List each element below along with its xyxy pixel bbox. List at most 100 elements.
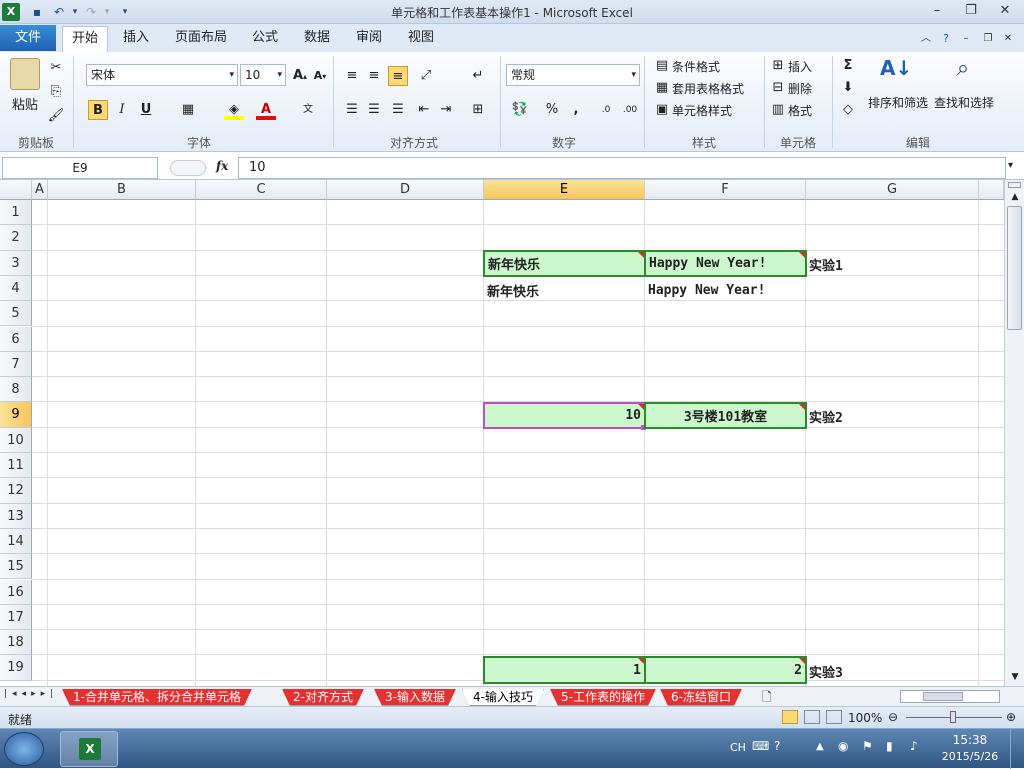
sheet-tab-6[interactable]: 6-冻结窗口 — [660, 689, 742, 706]
minimize-button[interactable]: – — [924, 2, 950, 20]
scroll-down-icon[interactable]: ▼ — [1008, 672, 1022, 682]
cell-f9[interactable]: 3号楼101教室 — [644, 402, 807, 429]
page-break-view-icon[interactable] — [826, 710, 842, 724]
row-header-2[interactable]: 2 — [0, 225, 32, 251]
borders-icon[interactable]: ▦ — [178, 100, 198, 120]
column-header-g[interactable]: G — [806, 180, 979, 200]
cell-e4[interactable]: 新年快乐 — [484, 278, 645, 302]
font-name-select[interactable]: 宋体 ▾ — [86, 64, 238, 86]
cell-f3[interactable]: Happy New Year! — [644, 250, 807, 277]
cell-g9[interactable]: 实验2 — [806, 404, 979, 429]
merge-center-icon[interactable]: ⊞ — [468, 100, 488, 120]
increase-indent-icon[interactable]: ⇥ — [436, 100, 456, 120]
binoculars-icon[interactable]: ⌕ — [948, 56, 978, 90]
font-color-button[interactable]: A — [256, 100, 276, 120]
column-header-c[interactable]: C — [196, 180, 327, 200]
row-header-15[interactable]: 15 — [0, 554, 32, 580]
orientation-icon[interactable]: ⤢ — [416, 66, 436, 86]
sheet-tab-2[interactable]: 2-对齐方式 — [282, 689, 364, 706]
vertical-scrollbar[interactable]: ▲ ▼ — [1004, 180, 1024, 686]
clear-icon[interactable]: ◇ — [838, 100, 858, 120]
language-indicator[interactable]: CH — [730, 741, 746, 754]
align-right-icon[interactable]: ☰ — [388, 100, 408, 120]
row-header-4[interactable]: 4 — [0, 275, 32, 302]
cell-f19[interactable]: 2 — [644, 656, 807, 684]
sort-filter-icon[interactable]: A↓ — [880, 56, 912, 90]
row-header-3[interactable]: 3 — [0, 250, 32, 276]
row-header-9[interactable]: 9 — [0, 402, 32, 428]
sheet-tab-4[interactable]: 4-输入技巧 — [462, 689, 544, 706]
volume-icon[interactable]: ♪ — [910, 739, 918, 753]
tab-page-layout[interactable]: 页面布局 — [166, 26, 236, 52]
insert-cells-button[interactable]: 插入 — [788, 58, 812, 75]
delete-cells-button[interactable]: 删除 — [788, 80, 812, 97]
worksheet-grid[interactable]: A B C D E F G 1 2 3 4 5 6 7 8 9 10 11 12 13 14 15 16 17 1… — [0, 180, 1004, 686]
close-button[interactable]: ✕ — [992, 2, 1018, 20]
formula-input[interactable]: 10 — [238, 157, 1006, 179]
row-header-10[interactable]: 10 — [0, 427, 32, 453]
formula-bar-resize-handle[interactable] — [170, 160, 206, 176]
column-header-f[interactable]: F — [645, 180, 806, 200]
cut-icon[interactable]: ✂ — [46, 58, 66, 78]
column-header-b[interactable]: B — [48, 180, 196, 200]
tab-review[interactable]: 审阅 — [348, 26, 390, 52]
zoom-in-icon[interactable]: ⊕ — [1006, 710, 1016, 724]
font-size-select[interactable]: 10 ▾ — [240, 64, 286, 86]
format-cells-button[interactable]: 格式 — [788, 102, 812, 119]
taskbar-excel-button[interactable]: X — [60, 731, 118, 767]
column-header-next[interactable] — [979, 180, 1004, 200]
row-header-5[interactable]: 5 — [0, 301, 32, 327]
sheet-nav-icon[interactable]: |◂◂▸▸| — [4, 689, 58, 699]
align-left-icon[interactable]: ☰ — [342, 100, 362, 120]
cell-e19[interactable]: 1 — [483, 656, 646, 684]
paste-button[interactable]: 粘贴 — [12, 94, 38, 113]
cell-styles-button[interactable]: 单元格样式 — [672, 102, 732, 119]
grow-font-icon[interactable]: A▴ — [290, 66, 310, 86]
cell-e3[interactable]: 新年快乐 — [483, 250, 646, 277]
sort-filter-button[interactable]: 排序和筛选 — [868, 94, 928, 111]
normal-view-icon[interactable] — [782, 710, 798, 724]
fill-color-icon[interactable]: ◈ — [224, 100, 244, 120]
cell-styles-icon[interactable]: ▣ — [652, 100, 672, 120]
conditional-format-icon[interactable]: ▤ — [652, 56, 672, 76]
sheet-tab-3[interactable]: 3-输入数据 — [374, 689, 456, 706]
sheet-tab-5[interactable]: 5-工作表的操作 — [550, 689, 656, 706]
currency-icon[interactable]: 💱 — [510, 100, 530, 120]
restore-button[interactable]: ❐ — [958, 2, 984, 20]
row-header-12[interactable]: 12 — [0, 478, 32, 504]
decrease-decimal-icon[interactable]: .00 — [620, 100, 640, 120]
align-middle-icon[interactable]: ≡ — [364, 66, 384, 86]
row-header-14[interactable]: 14 — [0, 528, 32, 555]
tab-formulas[interactable]: 公式 — [244, 26, 286, 52]
shrink-font-icon[interactable]: A▾ — [310, 66, 330, 86]
align-bottom-icon[interactable]: ≡ — [388, 66, 408, 86]
row-header-18[interactable]: 18 — [0, 630, 32, 656]
tab-data[interactable]: 数据 — [296, 26, 338, 52]
align-center-icon[interactable]: ☰ — [364, 100, 384, 120]
action-center-icon[interactable]: ⚑ — [862, 739, 873, 753]
split-box-handle[interactable] — [1008, 182, 1021, 188]
zoom-level[interactable]: 100% — [848, 711, 882, 725]
insert-cells-icon[interactable]: ⊞ — [768, 56, 788, 76]
horizontal-scroll-thumb[interactable] — [923, 692, 963, 701]
page-layout-view-icon[interactable] — [804, 710, 820, 724]
tab-insert[interactable]: 插入 — [114, 26, 158, 52]
comma-button[interactable]: , — [566, 100, 586, 120]
paste-icon[interactable] — [10, 58, 40, 90]
row-header-19[interactable]: 19 — [0, 655, 32, 681]
column-header-d[interactable]: D — [327, 180, 484, 200]
format-cells-icon[interactable]: ▥ — [768, 100, 788, 120]
network-icon[interactable]: ▮ — [886, 739, 893, 753]
minimize-ribbon-icon[interactable]: ︿ — [918, 30, 934, 48]
cell-e9[interactable]: 10 — [483, 402, 646, 429]
cell-f4[interactable]: Happy New Year! — [645, 278, 806, 302]
scroll-up-icon[interactable]: ▲ — [1008, 192, 1022, 202]
doc-minimize-button[interactable]: – — [958, 30, 974, 48]
format-painter-icon[interactable]: 🖌 — [46, 106, 66, 126]
clock-date[interactable]: 2015/5/26 — [934, 750, 1006, 763]
zoom-slider-thumb[interactable] — [950, 711, 956, 723]
zoom-out-icon[interactable]: ⊖ — [888, 710, 898, 724]
table-format-icon[interactable]: ▦ — [652, 78, 672, 98]
fill-icon[interactable]: ⬇ — [838, 78, 858, 98]
percent-button[interactable]: % — [542, 100, 562, 120]
